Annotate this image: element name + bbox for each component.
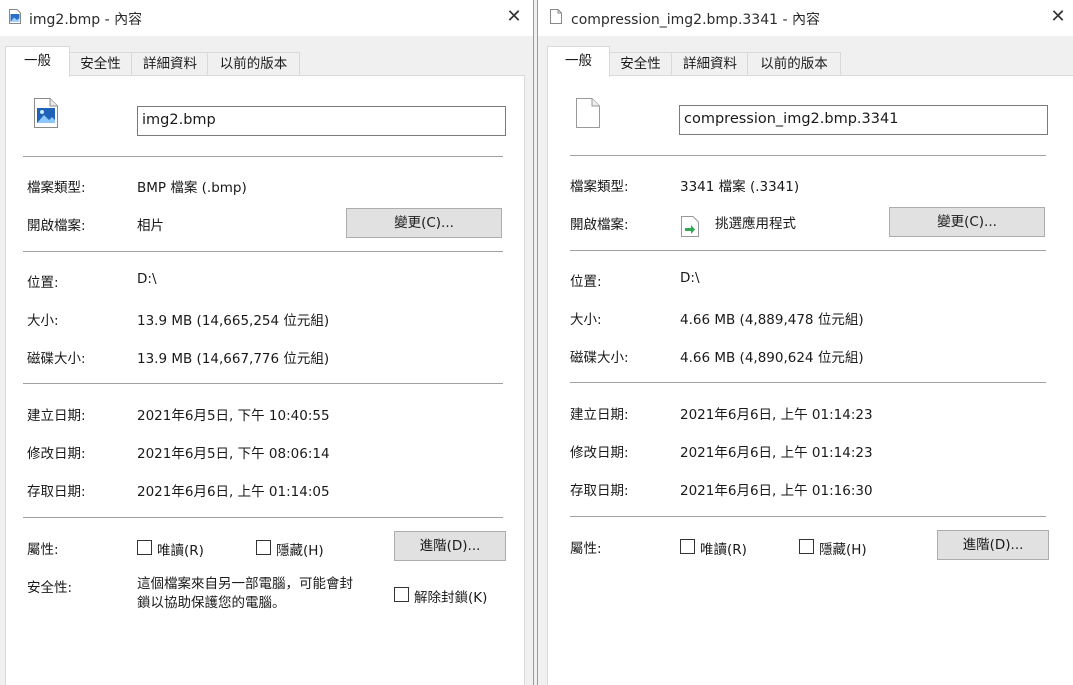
title-bar[interactable]: img2.bmp - 內容 ✕ [0, 0, 533, 36]
size-on-disk-value: 4.66 MB (4,890,624 位元組) [680, 350, 864, 366]
window-title: img2.bmp - 內容 [29, 12, 143, 28]
hidden-checkbox-label[interactable]: 隱藏(H) [276, 539, 324, 559]
size-value: 13.9 MB (14,665,254 位元組) [137, 313, 330, 329]
tab-details[interactable]: 詳細資料 [671, 52, 749, 75]
close-button[interactable]: ✕ [1047, 6, 1069, 28]
image-file-icon [9, 9, 21, 24]
size-value: 4.66 MB (4,889,478 位元組) [680, 312, 864, 328]
image-file-icon [34, 98, 58, 128]
open-with-label: 開啟檔案: [570, 217, 629, 233]
modified-label: 修改日期: [570, 445, 629, 461]
security-warning-line1: 這個檔案來自另一部電腦，可能會封 [137, 576, 353, 592]
open-with-value: 挑選應用程式 [715, 216, 796, 232]
tab-previous-versions[interactable]: 以前的版本 [207, 52, 300, 75]
file-name-input[interactable]: img2.bmp [137, 106, 506, 136]
size-on-disk-label: 磁碟大小: [27, 351, 86, 367]
separator [570, 516, 1046, 517]
accessed-label: 存取日期: [27, 484, 86, 500]
created-value: 2021年6月5日, 下午 10:40:55 [137, 408, 330, 424]
created-label: 建立日期: [27, 408, 86, 424]
file-type-label: 檔案類型: [27, 180, 86, 196]
accessed-value: 2021年6月6日, 上午 01:16:30 [680, 483, 873, 499]
hidden-checkbox-label[interactable]: 隱藏(H) [819, 538, 867, 558]
created-value: 2021年6月6日, 上午 01:14:23 [680, 407, 873, 423]
created-label: 建立日期: [570, 407, 629, 423]
size-label: 大小: [570, 312, 602, 328]
close-button[interactable]: ✕ [503, 6, 525, 28]
open-with-label: 開啟檔案: [27, 218, 86, 234]
modified-value: 2021年6月5日, 下午 08:06:14 [137, 446, 330, 462]
unblock-checkbox[interactable] [394, 587, 409, 602]
separator [23, 383, 503, 384]
size-on-disk-label: 磁碟大小: [570, 350, 629, 366]
advanced-button[interactable]: 進階(D)... [937, 530, 1049, 560]
file-type-value: BMP 檔案 (.bmp) [137, 180, 247, 196]
attributes-label: 屬性: [27, 542, 59, 558]
change-button[interactable]: 變更(C)... [346, 208, 502, 238]
location-value: D:\ [137, 271, 157, 287]
tab-details[interactable]: 詳細資料 [131, 52, 209, 75]
location-value: D:\ [680, 270, 700, 286]
open-with-value: 相片 [137, 218, 164, 234]
blank-file-icon [576, 98, 600, 128]
tab-security[interactable]: 安全性 [68, 52, 133, 75]
separator [570, 250, 1046, 251]
advanced-button[interactable]: 進階(D)... [394, 531, 506, 561]
tab-previous-versions[interactable]: 以前的版本 [747, 52, 841, 75]
title-bar[interactable]: compression_img2.bmp.3341 - 內容 ✕ [538, 0, 1073, 36]
location-label: 位置: [570, 274, 602, 290]
separator [570, 155, 1046, 156]
separator [570, 382, 1046, 383]
readonly-checkbox-label[interactable]: 唯讀(R) [157, 539, 204, 559]
modified-label: 修改日期: [27, 446, 86, 462]
file-type-value: 3341 檔案 (.3341) [680, 179, 800, 195]
pick-app-icon [681, 216, 699, 237]
size-on-disk-value: 13.9 MB (14,667,776 位元組) [137, 351, 330, 367]
properties-window-img2: img2.bmp - 內容 ✕ 一般 安全性 詳細資料 以前的版本 img2.b… [0, 0, 534, 685]
attributes-label: 屬性: [570, 541, 602, 557]
separator [23, 517, 503, 518]
accessed-value: 2021年6月6日, 上午 01:14:05 [137, 484, 330, 500]
location-label: 位置: [27, 275, 59, 291]
hidden-checkbox[interactable] [256, 540, 271, 555]
tab-security[interactable]: 安全性 [608, 52, 673, 75]
file-type-label: 檔案類型: [570, 179, 629, 195]
window-title: compression_img2.bmp.3341 - 內容 [571, 12, 820, 28]
general-panel: compression_img2.bmp.3341 檔案類型: 3341 檔案 … [547, 75, 1073, 685]
security-label: 安全性: [27, 580, 73, 596]
modified-value: 2021年6月6日, 上午 01:14:23 [680, 445, 873, 461]
readonly-checkbox[interactable] [680, 539, 695, 554]
size-label: 大小: [27, 313, 59, 329]
hidden-checkbox[interactable] [799, 539, 814, 554]
tab-general[interactable]: 一般 [5, 46, 70, 77]
properties-window-compression: compression_img2.bmp.3341 - 內容 ✕ 一般 安全性 … [537, 0, 1073, 685]
readonly-checkbox-label[interactable]: 唯讀(R) [700, 538, 747, 558]
separator [23, 156, 503, 157]
change-button[interactable]: 變更(C)... [889, 207, 1045, 237]
accessed-label: 存取日期: [570, 483, 629, 499]
separator [23, 251, 503, 252]
security-warning-line2: 鎖以協助保護您的電腦。 [137, 595, 286, 611]
security-warning-text: 這個檔案來自另一部電腦，可能會封 鎖以協助保護您的電腦。 [137, 575, 387, 613]
unblock-checkbox-label[interactable]: 解除封鎖(K) [414, 586, 487, 606]
general-panel: img2.bmp 檔案類型: BMP 檔案 (.bmp) 開啟檔案: 相片 變更… [5, 75, 525, 685]
tab-general[interactable]: 一般 [547, 46, 610, 77]
file-name-input[interactable]: compression_img2.bmp.3341 [679, 105, 1048, 135]
readonly-checkbox[interactable] [137, 540, 152, 555]
blank-file-icon [550, 9, 562, 24]
